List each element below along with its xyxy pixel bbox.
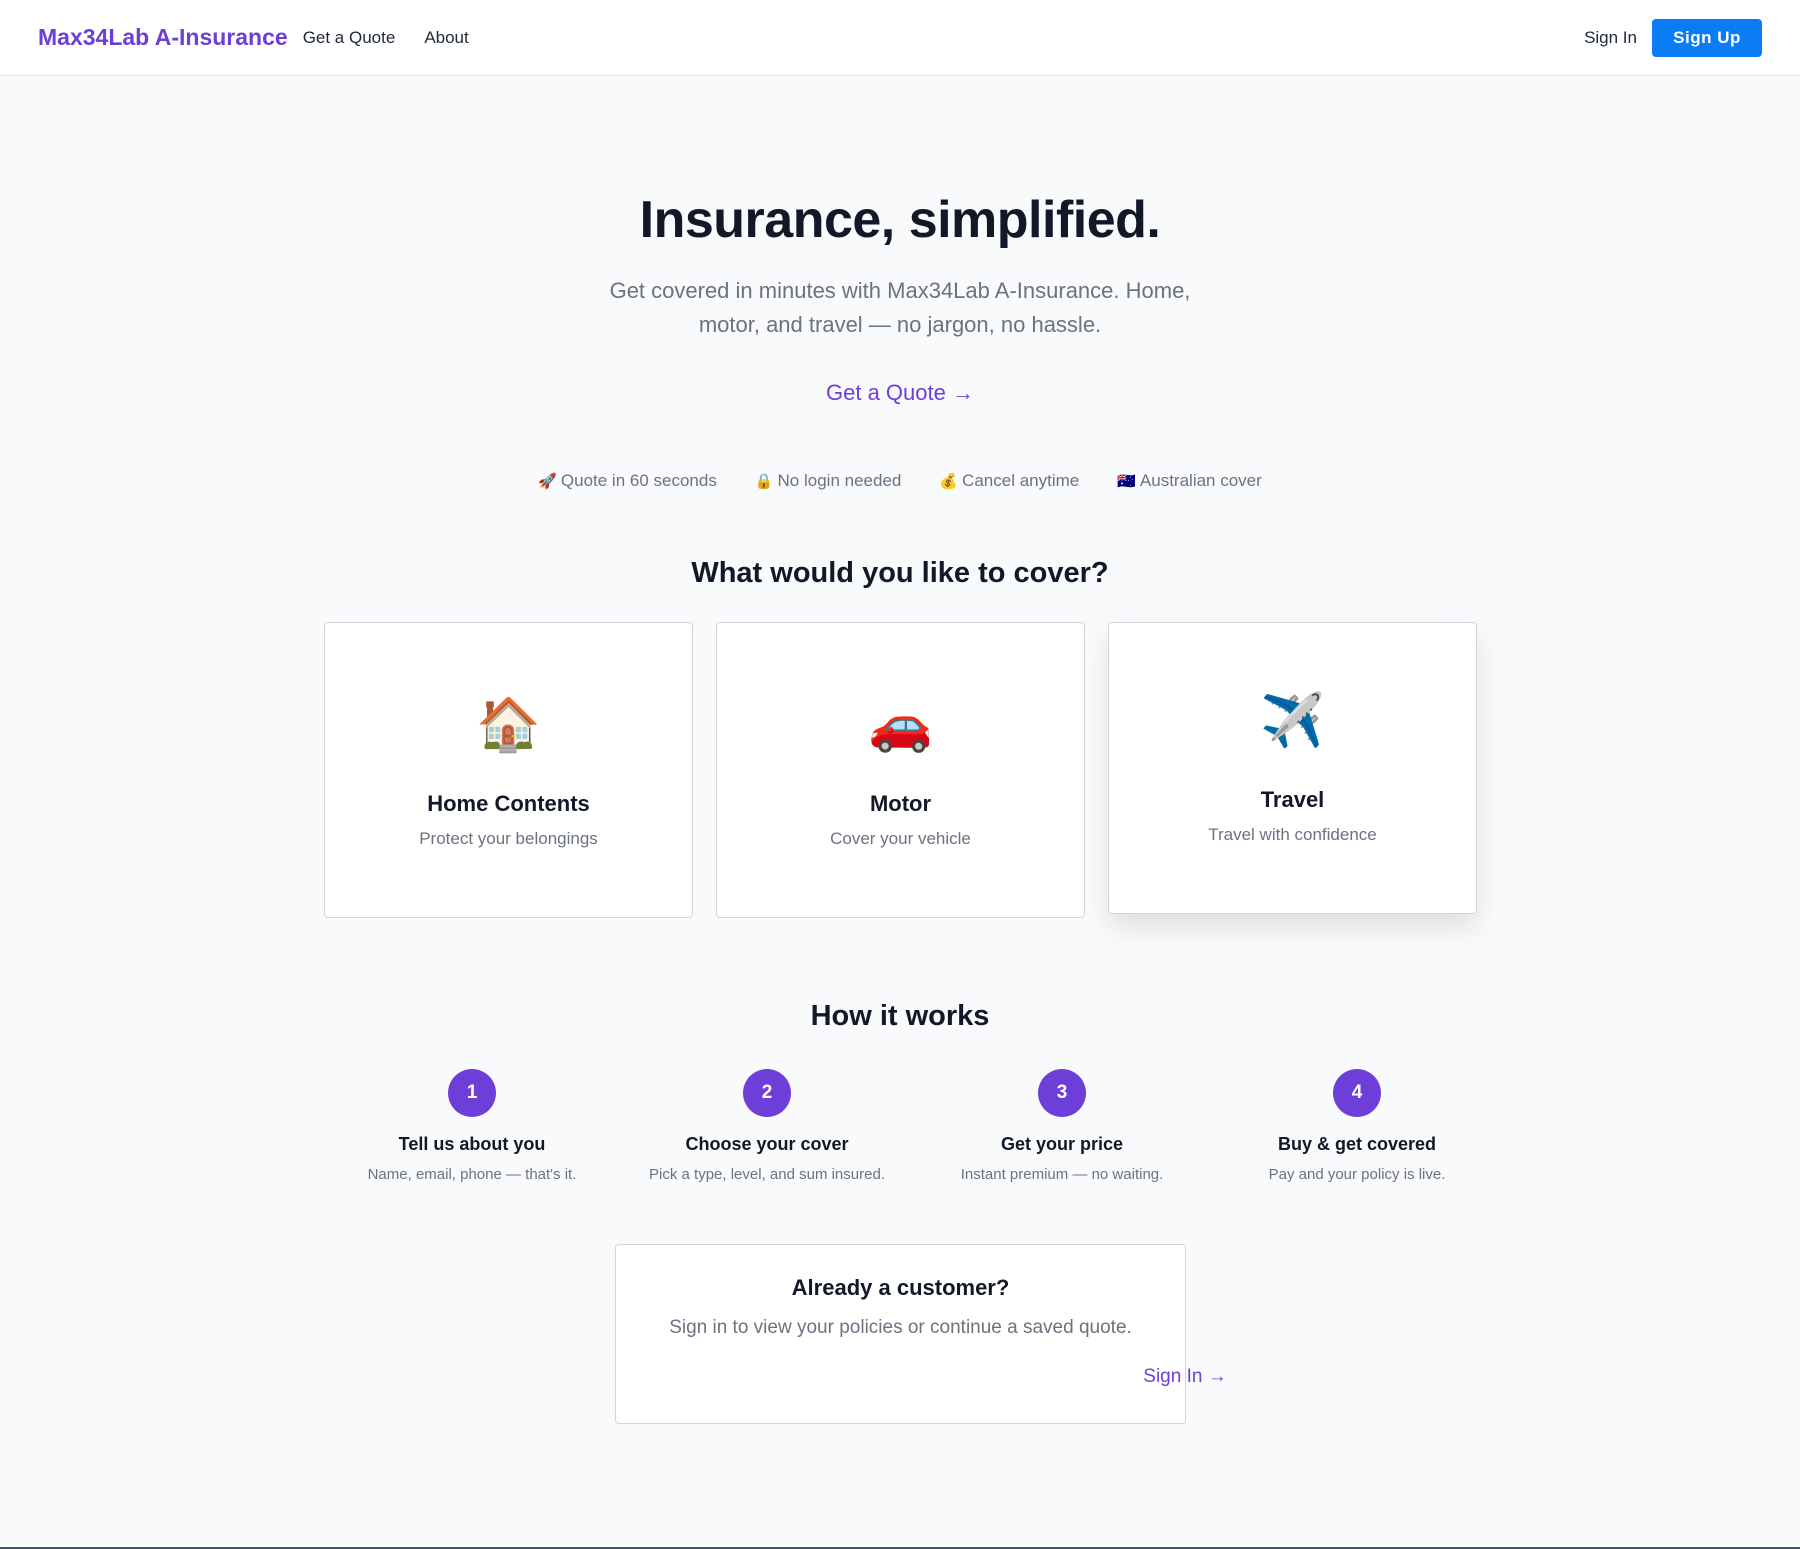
customer-box-title: Already a customer? [791,1275,1010,1300]
how-it-works-title: How it works [810,1000,990,1032]
feature-badges: 🚀 Quote in 60 seconds 🔒 No login needed … [0,471,1800,491]
badge-label: Cancel anytime [962,471,1080,490]
badge-quote-speed: 🚀 Quote in 60 seconds [538,471,717,491]
step-description: Name, email, phone — that's it. [367,1166,577,1183]
nav-sign-in-link[interactable]: Sign In [1584,28,1637,48]
cover-cards: 🏠 Home Contents Protect your belongings … [324,622,1477,920]
badge-no-login: 🔒 No login needed [755,471,902,491]
step-title: Get your price [1000,1134,1124,1154]
top-nav: Max34Lab A-Insurance Get a Quote About S… [0,0,1800,76]
step-description: Instant premium — no waiting. [960,1166,1164,1183]
cover-card-motor[interactable]: 🚗 Motor Cover your vehicle [716,622,1085,918]
sign-up-button[interactable]: Sign Up [1652,18,1762,57]
airplane-icon: ✈️ [1260,692,1325,750]
nav-about-link[interactable]: About [424,28,468,48]
step-title: Buy & get covered [1277,1134,1437,1154]
badge-australian: 🇦🇺 Australian cover [1117,471,1262,491]
lock-icon: 🔒 [754,473,774,490]
hero-title: Insurance, simplified. [639,191,1161,249]
step-number-badge: 1 [448,1069,496,1117]
cover-section-title: What would you like to cover? [691,557,1109,589]
badge-cancel: 💰 Cancel anytime [939,471,1079,491]
customer-box-description: Sign in to view your policies or continu… [669,1317,1132,1338]
step-1: 1 Tell us about you Name, email, phone —… [324,1069,620,1183]
money-bag-icon: 💰 [939,473,959,490]
house-icon: 🏠 [476,696,541,754]
car-icon: 🚗 [868,696,933,754]
step-3: 3 Get your price Instant premium — no wa… [914,1069,1210,1183]
card-title: Travel [1260,787,1325,812]
step-description: Pick a type, level, and sum insured. [649,1166,885,1183]
step-number-badge: 3 [1038,1069,1086,1117]
cover-card-home-contents[interactable]: 🏠 Home Contents Protect your belongings [324,622,693,918]
get-quote-cta-link[interactable]: Get a Quote → [0,380,1800,406]
nav-get-quote-link[interactable]: Get a Quote [303,28,396,48]
card-description: Travel with confidence [1208,825,1377,844]
hero-subtitle: Get covered in minutes with Max34Lab A-I… [609,278,1191,337]
badge-label: Australian cover [1139,471,1262,490]
step-description: Pay and your policy is live. [1268,1166,1446,1183]
step-number-badge: 4 [1333,1069,1381,1117]
existing-customer-box: Already a customer? Sign in to view your… [615,1244,1227,1424]
customer-sign-in-link[interactable]: Sign In → [901,1366,1470,1388]
nav-auth: Sign In Sign Up [1584,18,1762,57]
step-4: 4 Buy & get covered Pay and your policy … [1209,1069,1505,1183]
step-title: Tell us about you [398,1134,546,1154]
badge-label: No login needed [777,471,902,490]
step-2: 2 Choose your cover Pick a type, level, … [619,1069,915,1183]
brand-logo[interactable]: Max34Lab A-Insurance [38,24,288,51]
card-title: Motor [869,791,932,816]
step-title: Choose your cover [685,1134,849,1154]
rocket-icon: 🚀 [538,473,557,490]
badge-label: Quote in 60 seconds [560,471,717,490]
cover-card-travel[interactable]: ✈️ Travel Travel with confidence [1108,622,1477,914]
australia-flag-icon: 🇦🇺 [1117,473,1136,490]
card-title: Home Contents [427,791,590,816]
card-description: Protect your belongings [419,829,598,848]
step-number-badge: 2 [743,1069,791,1117]
card-description: Cover your vehicle [830,829,971,848]
